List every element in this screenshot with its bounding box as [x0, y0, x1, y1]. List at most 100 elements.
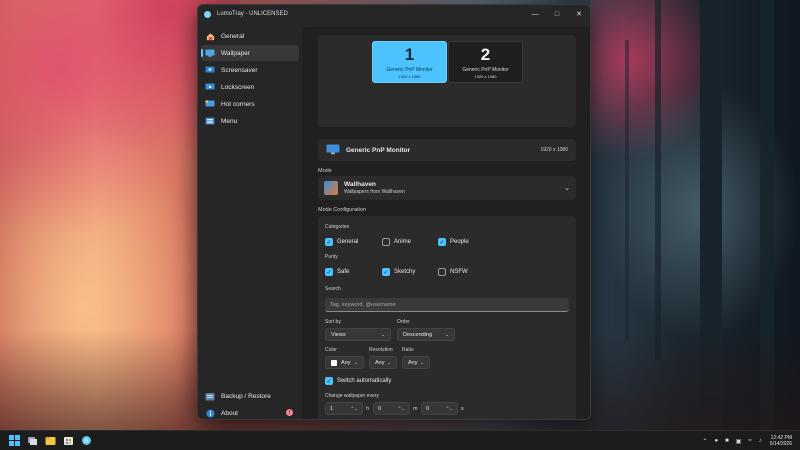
- purity-label: Purity: [325, 254, 338, 260]
- color-label: Color: [325, 347, 337, 353]
- checkbox-label: Switch automatically: [337, 378, 392, 384]
- selected-monitor-card: Generic PnP Monitor 1920 x 1080: [318, 139, 576, 161]
- sidebar-item-about[interactable]: About !: [201, 405, 299, 419]
- chevron-up-icon[interactable]: ⌃: [703, 438, 708, 445]
- stepper-arrows-icon: ⌃⌄: [397, 405, 405, 411]
- category-anime-checkbox[interactable]: Anime: [382, 238, 411, 246]
- monitor-resolution: 1920 x 1080: [474, 74, 497, 79]
- checkbox-unchecked-icon: [382, 238, 390, 246]
- order-label: Order: [397, 319, 410, 325]
- display-icon[interactable]: ▣: [736, 438, 742, 445]
- color-dropdown[interactable]: Any ⌄: [325, 356, 364, 369]
- checkbox-unchecked-icon: [438, 268, 446, 276]
- minutes-stepper[interactable]: 0 ⌃⌄: [373, 402, 410, 415]
- lumotray-app-icon[interactable]: [81, 435, 92, 446]
- checkbox-label: Safe: [337, 269, 350, 275]
- ratio-dropdown[interactable]: Any ⌄: [402, 356, 430, 369]
- sidebar-item-backup-restore[interactable]: Backup / Restore: [201, 388, 299, 404]
- sidebar-item-general[interactable]: General: [201, 28, 299, 44]
- close-button[interactable]: ✕: [568, 5, 590, 23]
- monitor-1-tile[interactable]: 1 Generic PnP Monitor 1920 x 1080: [372, 41, 447, 83]
- minimize-icon: —: [531, 10, 539, 18]
- network-shield-icon[interactable]: ●: [715, 438, 719, 444]
- dropdown-value: Any: [341, 359, 351, 366]
- monitor-2-tile[interactable]: 2 Generic PnP Monitor 1920 x 1080: [448, 41, 523, 83]
- category-people-checkbox[interactable]: ✓ People: [438, 238, 469, 246]
- mode-config-label: Mode Configuration: [318, 207, 367, 213]
- checkbox-label: NSFW: [450, 269, 468, 275]
- checkbox-label: Anime: [394, 239, 412, 245]
- mode-subtitle: Wallpapers from Wallhaven: [344, 189, 405, 195]
- checkbox-label: Sketchy: [394, 269, 416, 275]
- dropdown-value: Descending: [403, 331, 433, 338]
- info-icon: [205, 408, 215, 418]
- sort-by-dropdown[interactable]: Views ⌄: [325, 328, 391, 341]
- checkbox-checked-icon: ✓: [325, 377, 333, 385]
- mode-selector[interactable]: Wallhaven Wallpapers from Wallhaven ⌄: [318, 176, 576, 200]
- purity-safe-checkbox[interactable]: ✓ Safe: [325, 268, 349, 276]
- switch-automatically-checkbox[interactable]: ✓ Switch automatically: [325, 377, 391, 385]
- taskbar: ⌃ ● ■ ▣ ≈ ♪ 12:42 PM 5/14/2026: [0, 430, 800, 450]
- sidebar-item-wallpaper[interactable]: Wallpaper: [201, 45, 299, 61]
- store-icon[interactable]: [63, 435, 74, 446]
- task-view-icon[interactable]: [27, 435, 38, 446]
- checkbox-checked-icon: ✓: [325, 238, 333, 246]
- chevron-down-icon: ⌄: [386, 359, 391, 366]
- content-area: 1 Generic PnP Monitor 1920 x 1080 2 Gene…: [302, 27, 590, 419]
- wallhaven-logo-icon: [324, 181, 338, 195]
- seconds-stepper[interactable]: 0 ⌃⌄: [421, 402, 458, 415]
- screensaver-icon: [205, 66, 215, 75]
- monitor-resolution: 1920 x 1080: [398, 74, 421, 79]
- app-logo-icon: [204, 10, 211, 18]
- sidebar-item-hot-corners[interactable]: Hot corners: [201, 96, 299, 112]
- defender-icon[interactable]: ■: [725, 438, 729, 444]
- sidebar-item-label: Backup / Restore: [221, 392, 271, 400]
- sidebar-item-label: General: [221, 32, 245, 40]
- resolution-dropdown[interactable]: Any ⌄: [369, 356, 397, 369]
- minimize-button[interactable]: —: [524, 5, 546, 23]
- sidebar-item-menu[interactable]: Menu: [201, 113, 299, 129]
- backup-icon: [205, 392, 215, 401]
- stepper-value: 0: [378, 405, 382, 412]
- windows-start-icon[interactable]: [9, 435, 20, 446]
- hours-unit: h: [366, 406, 370, 412]
- sidebar-item-label: Lockscreen: [221, 83, 255, 91]
- hours-stepper[interactable]: 1 ⌃⌄: [325, 402, 363, 415]
- sidebar: General Wallpaper Screensaver Lockscreen…: [198, 27, 302, 419]
- checkbox-label: General: [337, 239, 359, 245]
- order-dropdown[interactable]: Descending ⌄: [397, 328, 455, 341]
- dropdown-value: Any: [375, 359, 385, 366]
- app-window: LumoTray - UNLICENSED — □ ✕ General Wall…: [197, 4, 591, 420]
- selected-monitor-name: Generic PnP Monitor: [346, 146, 411, 154]
- purity-sketchy-checkbox[interactable]: ✓ Sketchy: [382, 268, 415, 276]
- notification-badge: !: [286, 409, 293, 416]
- close-icon: ✕: [576, 11, 582, 18]
- search-label: Search: [325, 286, 341, 292]
- clock-date: 5/14/2026: [769, 441, 792, 447]
- purity-nsfw-checkbox[interactable]: NSFW: [438, 268, 468, 276]
- chevron-down-icon: ⌄: [444, 331, 449, 338]
- mode-section-label: Mode: [318, 168, 332, 174]
- category-general-checkbox[interactable]: ✓ General: [325, 238, 358, 246]
- volume-icon[interactable]: ♪: [759, 438, 762, 444]
- maximize-button[interactable]: □: [546, 5, 568, 23]
- dropdown-value: Views: [331, 331, 346, 338]
- taskbar-clock[interactable]: 12:42 PM 5/14/2026: [770, 435, 792, 447]
- window-title: LumoTray - UNLICENSED: [217, 11, 288, 17]
- sidebar-item-screensaver[interactable]: Screensaver: [201, 62, 299, 78]
- search-field[interactable]: [325, 298, 569, 312]
- categories-label: Categories: [325, 224, 350, 230]
- maximize-icon: □: [554, 10, 560, 18]
- wifi-icon[interactable]: ≈: [748, 438, 751, 444]
- resolution-label: Resolution: [369, 347, 393, 353]
- file-explorer-icon[interactable]: [45, 435, 56, 446]
- title-bar[interactable]: LumoTray - UNLICENSED — □ ✕: [198, 5, 590, 23]
- stepper-value: 0: [426, 405, 430, 412]
- search-input[interactable]: [330, 301, 569, 308]
- monitor-number: 1: [404, 45, 415, 64]
- home-icon: [205, 32, 215, 41]
- stepper-arrows-icon: ⌃⌄: [445, 405, 453, 411]
- monitor-icon: [326, 144, 340, 157]
- sidebar-item-lockscreen[interactable]: Lockscreen: [201, 79, 299, 95]
- monitor-name: Generic PnP Monitor: [462, 67, 509, 73]
